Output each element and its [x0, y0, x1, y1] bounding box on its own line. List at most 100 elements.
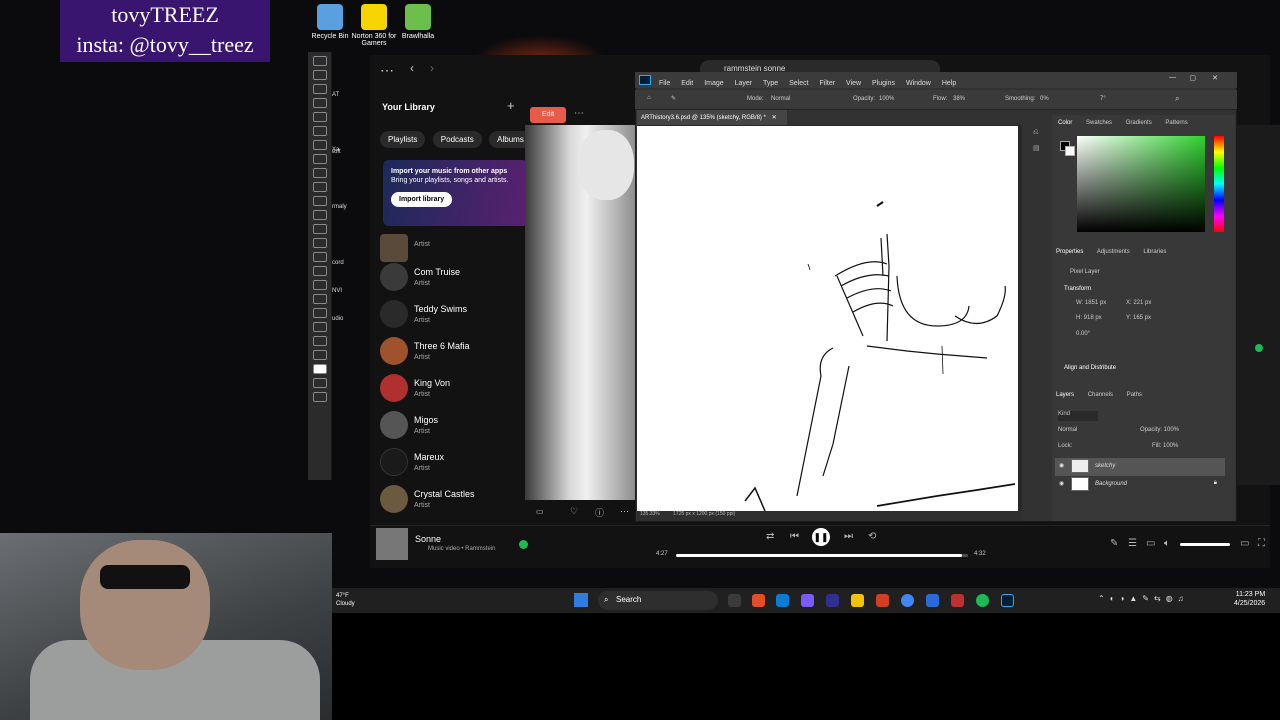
layer-name[interactable]: Background	[1095, 481, 1127, 487]
windows-start-icon[interactable]	[574, 593, 588, 607]
eyedropper-tool-icon[interactable]	[312, 140, 327, 150]
volume-slider[interactable]	[1180, 543, 1230, 546]
app-icon[interactable]	[951, 594, 964, 607]
brush-preset-icon[interactable]: ✎	[671, 95, 676, 102]
screen-mode-icon[interactable]	[312, 392, 327, 402]
more-tools-icon[interactable]	[312, 350, 327, 360]
eraser-tool-icon[interactable]	[312, 210, 327, 220]
search-icon[interactable]: ⌕	[1175, 94, 1179, 104]
hand-tool-icon[interactable]	[312, 322, 327, 332]
y-field[interactable]: Y: 165 px	[1126, 315, 1151, 321]
close-icon[interactable]: ✕	[1212, 74, 1218, 82]
maximize-icon[interactable]: ▢	[1189, 74, 1196, 82]
zoom-level[interactable]: 135.33%	[640, 511, 660, 517]
move-tool-icon[interactable]	[312, 56, 327, 66]
repeat-icon[interactable]: ⟲	[868, 531, 876, 542]
tab-libraries[interactable]: Libraries	[1143, 249, 1166, 255]
list-item[interactable]: Migos Artist	[380, 411, 530, 441]
tab-layers[interactable]: Layers	[1056, 392, 1074, 398]
taskbar-search[interactable]: ⌕ Search	[598, 591, 718, 610]
more-menu-icon[interactable]: ⋯	[620, 506, 629, 517]
now-playing-subtitle[interactable]: Music video • Rammstein	[428, 546, 495, 552]
minimize-icon[interactable]: —	[1169, 74, 1176, 81]
tab-color[interactable]: Color	[1058, 120, 1072, 126]
layer-name[interactable]: sketchy	[1095, 463, 1115, 469]
swatch-fg-bg-icon[interactable]	[312, 364, 327, 374]
history-brush-icon[interactable]	[312, 196, 327, 206]
select-tool-icon[interactable]	[312, 98, 327, 108]
layer-row[interactable]: ◉ Background 🔒︎	[1055, 476, 1225, 494]
flow-input[interactable]: 38%	[953, 96, 965, 102]
chrome-icon[interactable]	[901, 594, 914, 607]
crop-tool-icon[interactable]	[312, 112, 327, 122]
list-item[interactable]: Com Truise Artist	[380, 263, 530, 293]
mode-select[interactable]: Normal	[771, 96, 790, 102]
history-icon[interactable]: ⎌	[1033, 125, 1040, 141]
stamp-tool-icon[interactable]	[312, 182, 327, 192]
app-icon[interactable]	[826, 594, 839, 607]
layer-opacity[interactable]: Opacity: 100%	[1140, 427, 1179, 433]
background-swatch[interactable]	[1065, 146, 1075, 156]
type-tool-icon[interactable]	[312, 280, 327, 290]
blur-tool-icon[interactable]	[312, 238, 327, 248]
tab-adjustments[interactable]: Adjustments	[1097, 249, 1130, 255]
tab-properties[interactable]: Properties	[1056, 249, 1083, 255]
app-icon[interactable]	[752, 594, 765, 607]
menu-help[interactable]: Help	[942, 80, 956, 87]
home-icon[interactable]: ⌂	[647, 95, 651, 101]
close-icon[interactable]: ✕	[772, 115, 777, 121]
lasso-tool-icon[interactable]	[312, 84, 327, 94]
list-item[interactable]: Crystal Castles Artist	[380, 485, 530, 515]
app-icon[interactable]	[776, 594, 789, 607]
spotify-icon[interactable]	[976, 594, 989, 607]
edit-button[interactable]: Edit	[530, 107, 566, 123]
angle-input[interactable]: 7°	[1100, 96, 1106, 102]
import-library-button[interactable]: Import library	[391, 192, 453, 207]
system-tray[interactable]: ⌃◐◑▲✎⇆◍♫	[1098, 594, 1189, 603]
heart-icon[interactable]: ♡	[570, 506, 578, 517]
path-select-icon[interactable]	[312, 294, 327, 304]
devices-icon[interactable]: ▭	[1146, 538, 1155, 549]
eye-icon[interactable]: ◉	[1059, 462, 1064, 469]
menu-image[interactable]: Image	[704, 80, 723, 87]
task-view-icon[interactable]	[728, 594, 741, 607]
smoothing-input[interactable]: 0%	[1040, 96, 1049, 102]
menu-edit[interactable]: Edit	[681, 80, 693, 87]
menu-type[interactable]: Type	[763, 80, 778, 87]
blend-mode-select[interactable]: Normal	[1058, 427, 1077, 433]
layer-fill[interactable]: Fill: 100%	[1152, 443, 1178, 449]
layer-row[interactable]: ◉ sketchy	[1055, 458, 1225, 476]
marquee-tool-icon[interactable]	[312, 70, 327, 80]
menu-file[interactable]: File	[659, 80, 670, 87]
taskbar-clock[interactable]: 11:23 PM 4/25/2026	[1234, 590, 1265, 608]
list-item[interactable]: King Von Artist	[380, 374, 530, 404]
list-item[interactable]: Artist	[380, 234, 530, 264]
tab-swatches[interactable]: Swatches	[1086, 120, 1112, 126]
kind-filter[interactable]: Kind	[1058, 411, 1098, 421]
chip-podcasts[interactable]: Podcasts	[432, 131, 482, 148]
shape-tool-icon[interactable]	[312, 308, 327, 318]
align-distribute-label[interactable]: Align and Distribute	[1064, 365, 1116, 371]
heal-tool-icon[interactable]	[312, 154, 327, 164]
app-icon[interactable]	[926, 594, 939, 607]
weather-widget[interactable]: 47°F Cloudy	[336, 592, 355, 608]
volume-icon[interactable]: 🔈︎	[1164, 538, 1170, 549]
angle-field[interactable]: 0.00°	[1076, 331, 1090, 337]
menu-plugins[interactable]: Plugins	[872, 80, 895, 87]
tab-gradients[interactable]: Gradients	[1126, 120, 1152, 126]
dodge-tool-icon[interactable]	[312, 252, 327, 262]
more-menu-icon[interactable]: ⋯	[380, 62, 394, 79]
hue-slider[interactable]	[1214, 136, 1224, 232]
now-playing-title[interactable]: Sonne	[415, 534, 441, 544]
comment-icon[interactable]: ▤	[1033, 141, 1040, 157]
lyrics-icon[interactable]: ✎	[1110, 538, 1118, 549]
opacity-input[interactable]: 100%	[879, 96, 894, 102]
document-tab[interactable]: ARThistory3.6.psd @ 135% (sketchy, RGB/8…	[637, 110, 787, 125]
pause-button[interactable]: ❚❚	[812, 528, 830, 546]
menu-window[interactable]: Window	[906, 80, 931, 87]
width-field[interactable]: W: 1851 px	[1076, 300, 1106, 306]
fullscreen-icon[interactable]: ⛶	[1258, 538, 1265, 549]
info-icon[interactable]: ⓘ	[595, 506, 604, 519]
menu-view[interactable]: View	[846, 80, 861, 87]
menu-filter[interactable]: Filter	[820, 80, 836, 87]
